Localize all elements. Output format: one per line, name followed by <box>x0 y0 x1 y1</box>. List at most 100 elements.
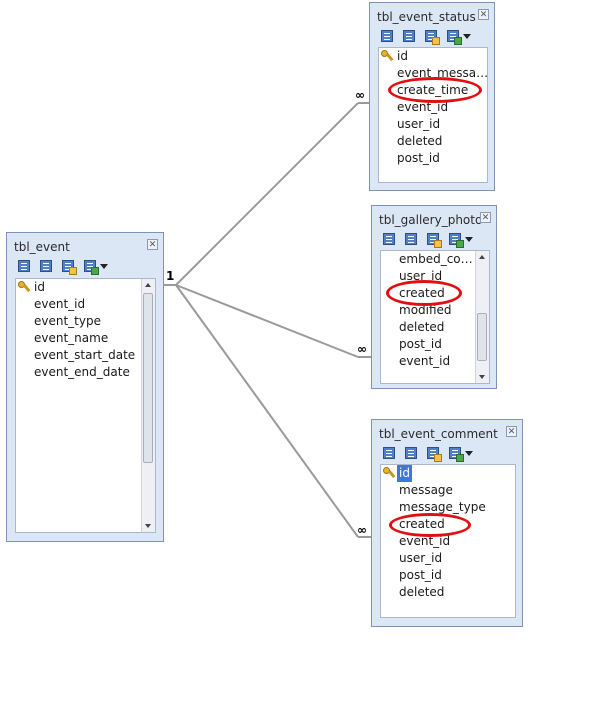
grid-edit-icon[interactable] <box>39 259 55 275</box>
grid-add-icon[interactable] <box>382 446 398 462</box>
table-toolbar <box>382 232 473 250</box>
field-row[interactable]: id <box>16 279 155 296</box>
grid-add-icon[interactable] <box>17 259 33 275</box>
field-row[interactable]: event_type <box>16 313 155 330</box>
primary-key-icon <box>18 281 32 294</box>
grid-key-icon[interactable] <box>426 446 442 462</box>
table-header[interactable]: tbl_gallery_photo ✕ <box>372 206 496 230</box>
table-toolbar <box>380 29 471 47</box>
field-row[interactable]: id <box>379 48 487 65</box>
cardinality-many-comment: ∞ <box>357 523 367 537</box>
scroll-up-icon[interactable] <box>479 255 485 259</box>
field-row[interactable]: event_end_date <box>16 364 155 381</box>
field-name: id <box>34 280 45 294</box>
field-name: id <box>397 49 408 63</box>
import-arrow-icon[interactable] <box>83 259 108 275</box>
field-name: event_end_date <box>34 365 130 379</box>
highlight-ellipse-gallery-created <box>386 280 462 306</box>
field-row[interactable]: post_id <box>381 336 489 353</box>
cardinality-one-label: 1 <box>166 269 175 283</box>
scroll-down-icon[interactable] <box>145 524 151 528</box>
grid-key-icon[interactable] <box>426 232 442 248</box>
table-header[interactable]: tbl_event_comment ✕ <box>372 420 522 444</box>
field-name: id <box>397 465 412 482</box>
close-icon[interactable]: ✕ <box>147 239 158 250</box>
scroll-up-icon[interactable] <box>145 283 151 287</box>
field-row[interactable]: user_id <box>381 550 515 567</box>
primary-key-icon <box>381 50 395 63</box>
field-name: post_id <box>399 568 442 582</box>
table-toolbar <box>382 446 473 464</box>
field-name: deleted <box>399 585 445 599</box>
grid-add-icon[interactable] <box>380 29 396 45</box>
field-name: user_id <box>397 117 441 131</box>
cardinality-many-status: ∞ <box>355 88 365 102</box>
field-row[interactable]: deleted <box>379 133 487 150</box>
chevron-down-icon[interactable] <box>463 34 471 39</box>
grid-key-icon[interactable] <box>61 259 77 275</box>
field-name: event_id <box>34 297 86 311</box>
field-row[interactable]: event_id <box>381 353 489 370</box>
field-name: event_type <box>34 314 101 328</box>
close-icon[interactable]: ✕ <box>478 9 489 20</box>
relation-line-comment <box>175 284 359 538</box>
table-panel-event[interactable]: tbl_event ✕ id event_id event_type event… <box>6 232 164 542</box>
grid-edit-icon[interactable] <box>404 232 420 248</box>
table-title: tbl_event_comment <box>379 427 498 441</box>
field-list[interactable]: id event_id event_type event_name event_… <box>15 278 156 533</box>
field-row[interactable]: user_id <box>379 116 487 133</box>
field-list[interactable]: embed_co… user_id created modified delet… <box>380 250 490 384</box>
scrollbar-thumb[interactable] <box>143 293 153 463</box>
vertical-scrollbar[interactable] <box>475 251 489 383</box>
field-name: embed_co… <box>399 252 473 266</box>
chevron-down-icon[interactable] <box>100 264 108 269</box>
table-toolbar <box>17 259 108 277</box>
close-icon[interactable]: ✕ <box>506 426 517 437</box>
field-name: post_id <box>397 151 440 165</box>
grid-edit-icon[interactable] <box>404 446 420 462</box>
vertical-scrollbar[interactable] <box>141 279 155 532</box>
field-row[interactable]: post_id <box>381 567 515 584</box>
close-icon[interactable]: ✕ <box>480 212 491 223</box>
table-title: tbl_event_status <box>377 10 476 24</box>
field-list[interactable]: id event_messa… create_time event_id use… <box>378 47 488 183</box>
grid-key-icon[interactable] <box>424 29 440 45</box>
field-name: user_id <box>399 551 443 565</box>
field-row[interactable]: embed_co… <box>381 251 489 268</box>
scrollbar-thumb[interactable] <box>477 313 487 361</box>
field-name: event_name <box>34 331 109 345</box>
field-row[interactable]: post_id <box>379 150 487 167</box>
primary-key-icon <box>383 467 397 480</box>
highlight-ellipse-create-time <box>388 77 482 103</box>
chevron-down-icon[interactable] <box>465 237 473 242</box>
chevron-down-icon[interactable] <box>465 451 473 456</box>
relation-line-status <box>175 102 359 286</box>
scroll-down-icon[interactable] <box>479 375 485 379</box>
cardinality-many-gallery: ∞ <box>357 342 367 356</box>
field-row-selected[interactable]: id <box>381 465 515 482</box>
field-list[interactable]: id message message_type created event_id… <box>380 464 516 618</box>
field-row[interactable]: event_name <box>16 330 155 347</box>
import-arrow-icon[interactable] <box>448 232 473 248</box>
field-row[interactable]: message <box>381 482 515 499</box>
field-row[interactable]: deleted <box>381 319 489 336</box>
field-name: event_id <box>399 354 451 368</box>
field-name: deleted <box>397 134 443 148</box>
field-name: event_start_date <box>34 348 136 362</box>
table-header[interactable]: tbl_event_status ✕ <box>370 3 494 27</box>
table-title: tbl_gallery_photo <box>379 213 483 227</box>
import-arrow-icon[interactable] <box>446 29 471 45</box>
field-row[interactable]: event_start_date <box>16 347 155 364</box>
field-name: post_id <box>399 337 442 351</box>
grid-add-icon[interactable] <box>382 232 398 248</box>
import-arrow-icon[interactable] <box>448 446 473 462</box>
relation-line-gallery <box>175 284 359 358</box>
field-name: deleted <box>399 320 445 334</box>
field-row[interactable]: event_id <box>16 296 155 313</box>
highlight-ellipse-comment-created <box>389 513 471 537</box>
grid-edit-icon[interactable] <box>402 29 418 45</box>
field-row[interactable]: deleted <box>381 584 515 601</box>
table-title: tbl_event <box>14 240 70 254</box>
table-header[interactable]: tbl_event ✕ <box>7 233 163 257</box>
field-name: message <box>399 483 453 497</box>
